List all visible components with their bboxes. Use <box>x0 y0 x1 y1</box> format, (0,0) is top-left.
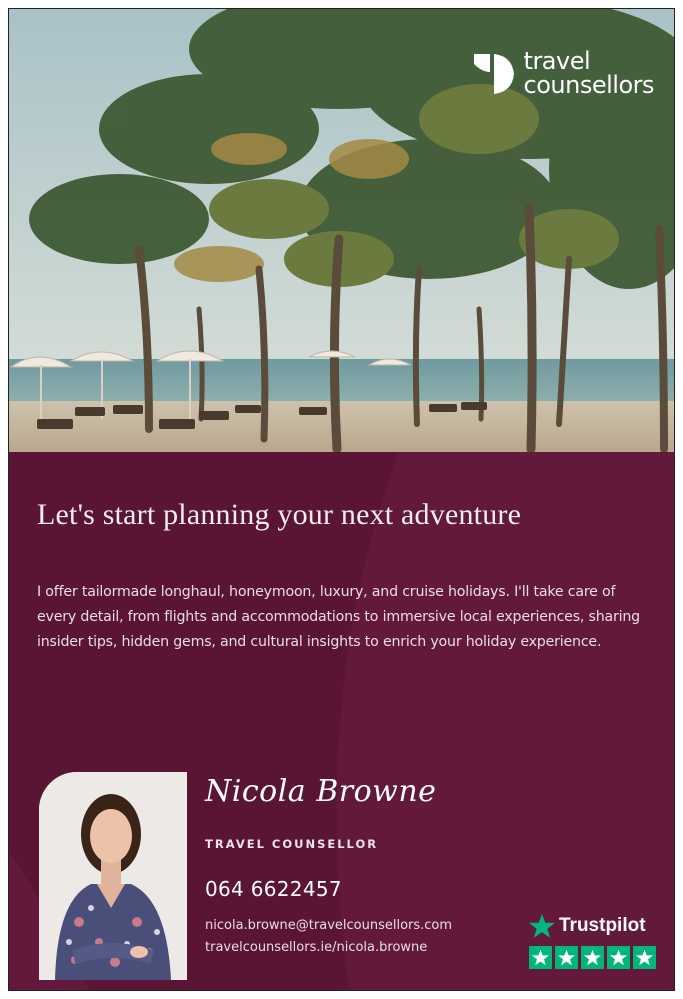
portrait-illustration <box>39 772 187 980</box>
counsellor-role: TRAVEL COUNSELLOR <box>205 837 379 851</box>
brand-line-2: counsellors <box>523 71 655 99</box>
phone-number[interactable]: 064 6622457 <box>205 877 342 901</box>
star-icon <box>532 949 549 966</box>
rating-star-3 <box>581 946 604 969</box>
star-icon <box>584 949 601 966</box>
email-link[interactable]: nicola.browne@travelcounsellors.com <box>205 918 452 933</box>
trustpilot-star-icon <box>529 914 555 938</box>
travel-counsellors-logo: travel counsellors <box>473 47 655 99</box>
trustpilot-logo: Trustpilot <box>529 913 661 939</box>
brand-line-1: travel <box>523 47 591 75</box>
brand-wordmark: travel counsellors <box>523 47 655 99</box>
rating-star-1 <box>529 946 552 969</box>
star-icon <box>610 949 627 966</box>
counsellor-portrait <box>39 772 187 980</box>
counsellor-signature: Nicola Browne <box>205 774 437 809</box>
rating-star-5 <box>633 946 656 969</box>
star-icon <box>636 949 653 966</box>
trustpilot-badge[interactable]: Trustpilot <box>529 913 661 969</box>
page-headline: Let's start planning your next adventure <box>37 498 522 531</box>
intro-paragraph: I offer tailormade longhaul, honeymoon, … <box>37 584 640 650</box>
advert-frame: travel counsellors Let's start planning … <box>8 8 675 991</box>
travel-counsellors-mark-icon <box>473 54 514 94</box>
trustpilot-star-rating <box>529 946 661 969</box>
star-icon <box>558 949 575 966</box>
info-panel: Let's start planning your next adventure… <box>9 452 674 990</box>
trustpilot-name: Trustpilot <box>559 915 646 936</box>
rating-star-4 <box>607 946 630 969</box>
rating-star-2 <box>555 946 578 969</box>
website-link[interactable]: travelcounsellors.ie/nicola.browne <box>205 940 427 955</box>
hero-beach-photo: travel counsellors <box>9 9 674 452</box>
